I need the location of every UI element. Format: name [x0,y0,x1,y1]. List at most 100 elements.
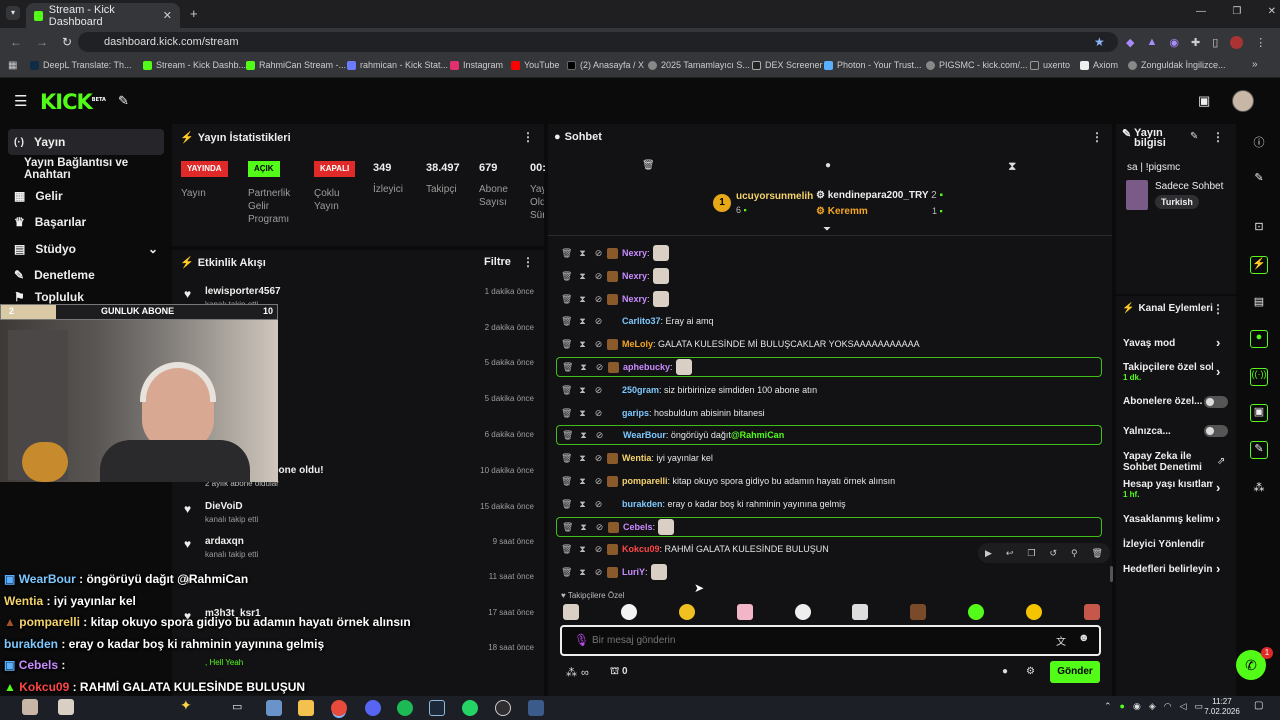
browser-tab-active[interactable]: Stream - Kick Dashboard ✕ [26,3,180,28]
delete-icon[interactable]: 🗑 [1092,548,1103,559]
chat-username[interactable]: Nexry [622,271,647,281]
chat-username[interactable]: Carlito37 [622,316,661,326]
new-tab-button[interactable]: + [190,6,198,21]
ban-icon[interactable]: ⊘ [593,453,604,464]
chat-message[interactable]: 🗑 ⧗ ⊘ Cebels: [556,517,1102,537]
tab-search-button[interactable]: ▾ [6,6,20,20]
chat-input-box[interactable]: 🎙 文 ☻ [560,625,1101,656]
timeout-icon[interactable]: ⧗ [578,362,589,373]
window-controls[interactable]: — ❐ ✕ [1196,6,1276,17]
ban-icon[interactable]: ⊘ [593,294,604,305]
puzzle-icon[interactable]: ✚ [1191,36,1200,49]
emote-button[interactable] [910,604,927,620]
steam-icon[interactable] [429,700,445,716]
ban-icon[interactable]: ⊘ [594,430,605,441]
chat-bubble-icon[interactable]: ● [1002,666,1008,677]
chat-username[interactable]: Nexry [622,248,647,258]
chat-username[interactable]: LuriY [622,567,645,577]
translate-icon[interactable]: 文 [1056,633,1066,648]
emote-only-toggle[interactable] [1204,425,1228,437]
timeout-icon[interactable]: ⧗ [577,453,588,464]
trash-icon[interactable]: 🗑 [561,408,572,419]
expand-pinned-icon[interactable]: ⏷ [823,224,831,235]
chat-message[interactable]: 🗑 ⧗ ⊘ pomparelli: kitap okuyo spora gidiyo … [556,471,1102,491]
category-name[interactable]: Sadece Sohbet [1155,181,1223,192]
lightning-icon[interactable]: ⚡ [1250,256,1268,274]
trash-icon[interactable]: 🗑 [561,544,572,555]
taskbar-avatar[interactable] [22,699,38,715]
bookmark-item[interactable]: Instagram [450,60,503,70]
ban-icon[interactable]: ⊘ [593,567,604,578]
extension-icon[interactable]: ▲ [1146,36,1157,49]
trash-icon[interactable]: 🗑 [562,430,573,441]
timeout-icon[interactable]: ⧗ [578,522,589,533]
bookmark-star-icon[interactable]: ★ [1094,35,1105,49]
profile-avatar[interactable] [1230,36,1244,49]
trash-icon[interactable]: 🗑 [561,385,572,396]
activity-filter-button[interactable]: Filtre [484,256,511,268]
top-gifter-name[interactable]: ⚙ kendinepara200_TRY 2 ▪ [816,190,943,201]
timeout-icon[interactable]: ⧗ [577,339,588,350]
sidebar-item-stream-key[interactable]: Yayın Bağlantısı ve Anahtarı [18,156,170,182]
trash-icon[interactable]: 🗑 [561,248,572,259]
user-avatar[interactable] [1232,90,1254,112]
timeout-icon[interactable]: ⧗ [578,430,589,441]
extension-icon[interactable]: ◉ [1169,36,1179,49]
task-view-icon[interactable]: ▭ [232,700,248,716]
play-icon[interactable]: ▶ [985,548,992,559]
hamburger-menu-icon[interactable]: ☰ [14,92,27,110]
chat-message[interactable]: 🗑 ⧗ ⊘ burakden: eray o kadar boş ki rahmini… [556,494,1102,514]
trash-icon[interactable]: 🗑 [642,160,655,171]
bookmark-item[interactable]: 2025 Tamamlayıcı S... [648,60,750,70]
trash-icon[interactable]: 🗑 [561,271,572,282]
hourglass-icon[interactable]: ⧗ [1008,159,1016,174]
banned-words-chevron-icon[interactable]: › [1216,511,1220,526]
activity-menu-icon[interactable]: ⋮ [522,255,534,269]
broadcast-icon[interactable]: ((·)) [1250,368,1268,386]
system-clock[interactable]: 11:27 7.02.2026 [1200,697,1244,717]
bookmark-item[interactable]: Stream - Kick Dashb... [143,60,246,70]
bookmark-item[interactable]: Axiom [1080,60,1118,70]
video-icon[interactable]: ▣ [1250,404,1268,422]
bookmark-item[interactable]: PIGSMC - kick.com/... [926,60,1028,70]
taskbar-widget-icon[interactable]: ✦ [180,697,192,714]
chat-username[interactable]: garips [622,408,649,418]
ban-icon[interactable]: ⊘ [594,522,605,533]
sidebar-item-topluluk[interactable]: ⚑ Topluluk [8,290,164,304]
chat-mention[interactable]: @RahmiCan [731,430,784,440]
timeout-icon[interactable]: ⧗ [577,499,588,510]
gear-icon[interactable]: ⚙ [1026,666,1035,677]
chat-message[interactable]: 🗑 ⧗ ⊘ MeLoly: GALATA KULESİNDE Mİ BULUŞCAKL… [556,334,1102,354]
chat-message[interactable]: 🗑 ⧗ ⊘ Nexry: [556,243,1102,263]
chat-username[interactable]: burakden [622,499,663,509]
document-icon[interactable]: ▤ [1252,295,1266,309]
chat-message[interactable]: 🗑 ⧗ ⊘ WearBour: öngörüyü dağıt @RahmiCan [556,425,1102,445]
activity-user[interactable]: DieVoiD [205,501,243,512]
emote-button[interactable] [1083,604,1100,620]
chat-message[interactable]: 🗑 ⧗ ⊘ aphebucky: [556,357,1102,377]
address-bar[interactable]: dashboard.kick.com/stream [78,32,1118,52]
chat-menu-icon[interactable]: ⋮ [1091,130,1103,144]
card-icon[interactable]: ▣ [1198,93,1210,109]
bookmark-item[interactable]: YouTube [511,60,559,70]
timeout-icon[interactable]: ⧗ [577,316,588,327]
ban-icon[interactable]: ⊘ [593,385,604,396]
bookmark-item[interactable]: DeepL Translate: Th... [30,60,132,70]
scrollbar[interactable] [1110,566,1113,582]
emote-button[interactable] [1026,604,1042,620]
trash-icon[interactable]: 🗑 [561,499,572,510]
timeout-icon[interactable]: ⧗ [577,567,588,578]
sidebar-item-basarilar[interactable]: ♛ Başarılar [8,209,164,235]
reload-icon[interactable]: ↻ [62,35,72,49]
sidebar-icon[interactable]: ▯ [1212,36,1218,49]
trash-icon[interactable]: 🗑 [561,316,572,327]
chat-username[interactable]: Wentia [622,453,651,463]
obs-icon[interactable] [495,700,511,716]
chat-message[interactable]: 🗑 ⧗ ⊘ Nexry: [556,266,1102,286]
minimize-icon[interactable]: — [1196,6,1206,17]
chat-username[interactable]: WearBour [623,430,666,440]
timeout-icon[interactable]: ⧗ [577,476,588,487]
ban-icon[interactable]: ⊘ [593,476,604,487]
spotify-icon[interactable] [397,700,413,716]
bookmark-item[interactable]: rahmican - Kick Stat... [347,60,448,70]
